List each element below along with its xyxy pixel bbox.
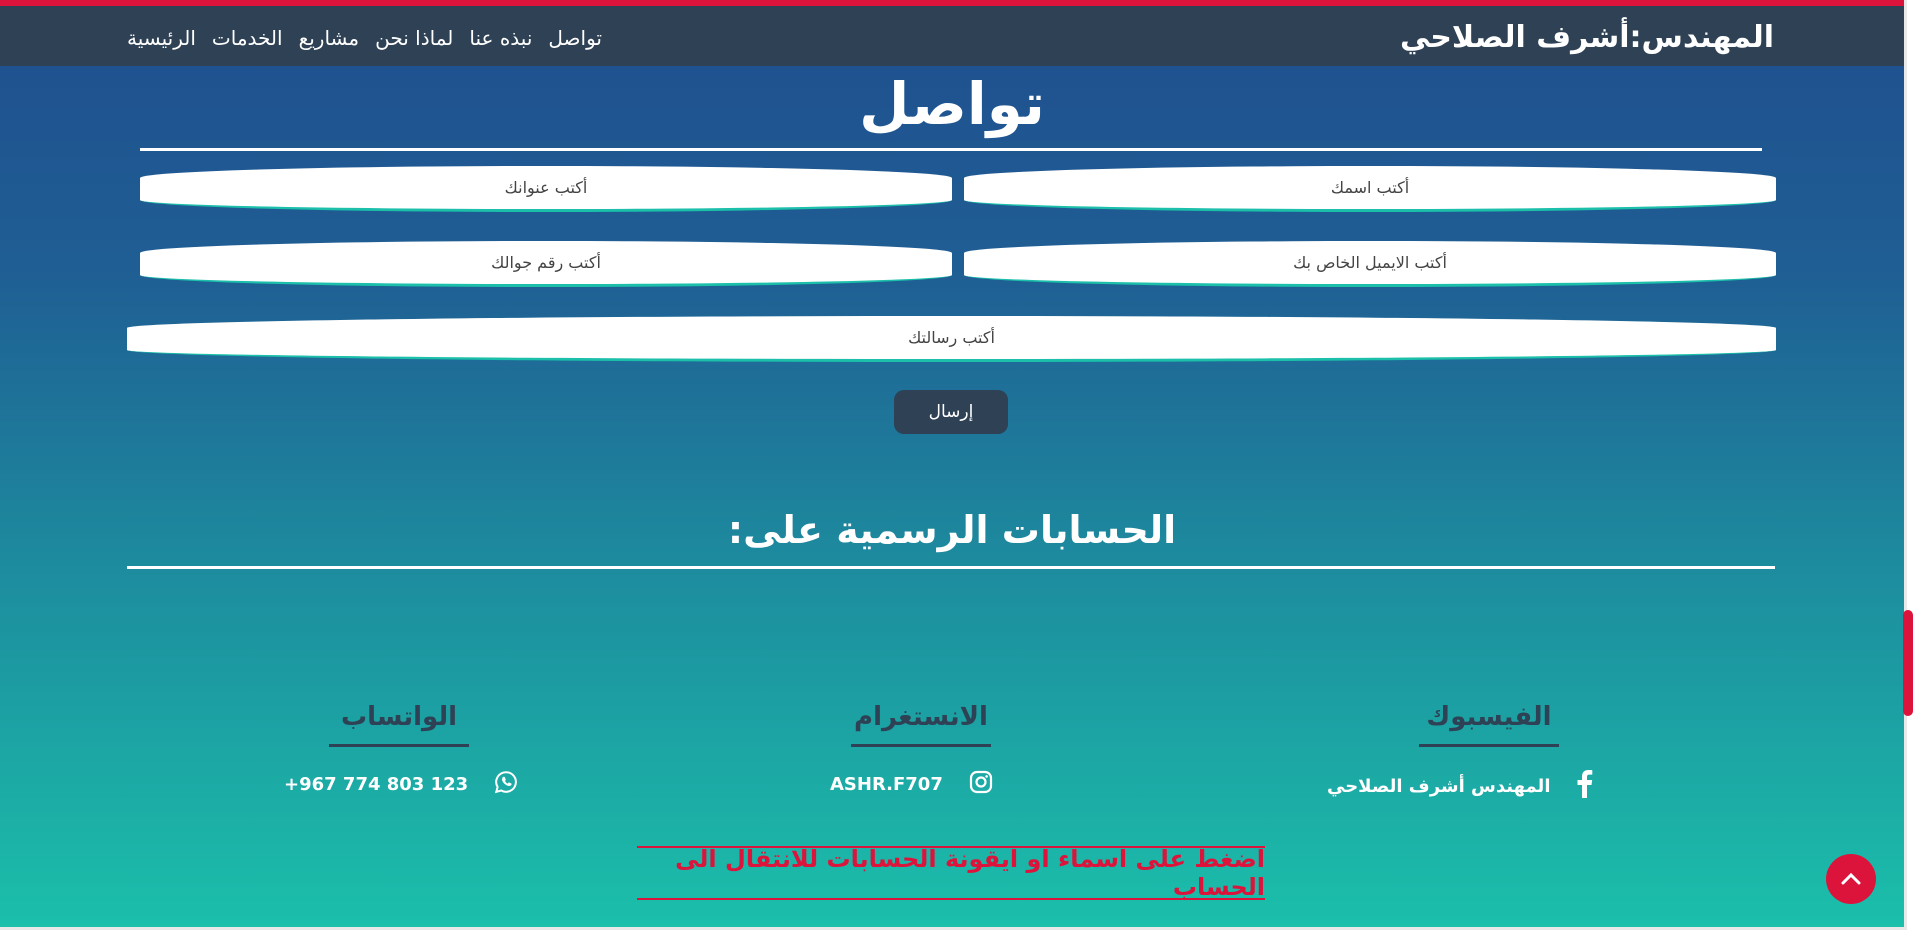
page: المهندس:أشرف الصلاحي الرئيسية الخدمات مش… (0, 0, 1907, 930)
contact-divider (140, 148, 1762, 151)
whatsapp-underline (329, 744, 469, 747)
whatsapp-icon[interactable] (494, 770, 518, 799)
navbar: المهندس:أشرف الصلاحي الرئيسية الخدمات مش… (0, 6, 1904, 66)
facebook-title: الفيسبوك (1426, 702, 1552, 732)
facebook-link[interactable]: المهندس أشرف الصلاحي (1327, 770, 1593, 803)
nav-home[interactable]: الرئيسية (127, 26, 196, 50)
instagram-underline (851, 744, 991, 747)
instagram-title: الانستغرام (854, 702, 988, 732)
phone-field[interactable]: أكتب رقم جوالك (140, 241, 952, 287)
name-field[interactable]: أكتب اسمك (964, 166, 1776, 212)
nav-menu: الرئيسية الخدمات مشاريع لماذا نحن نبذه ع… (127, 26, 602, 50)
accounts-divider (127, 566, 1775, 569)
whatsapp-link[interactable]: +967 774 803 123 (284, 770, 518, 799)
address-field[interactable]: أكتب عنوانك (140, 166, 952, 212)
whatsapp-title: الواتساب (341, 702, 457, 732)
nav-projects[interactable]: مشاريع (299, 26, 360, 50)
facebook-block: الفيسبوك (1339, 702, 1639, 747)
facebook-name[interactable]: المهندس أشرف الصلاحي (1327, 776, 1551, 797)
nav-why-us[interactable]: لماذا نحن (375, 26, 453, 50)
site-brand[interactable]: المهندس:أشرف الصلاحي (1400, 20, 1774, 55)
instagram-block: الانستغرام (771, 702, 1071, 747)
chevron-up-icon (1841, 870, 1861, 889)
email-field[interactable]: أكتب الايميل الخاص بك (964, 241, 1776, 287)
nav-contact[interactable]: تواصل (548, 26, 602, 50)
send-button[interactable]: إرسال (894, 390, 1008, 434)
accounts-title: الحسابات الرسمية على: (727, 508, 1177, 552)
facebook-underline (1419, 744, 1559, 747)
instagram-handle[interactable]: ASHR.F707 (830, 774, 943, 795)
scrollbar-thumb[interactable] (1903, 610, 1913, 716)
accounts-hint: اضغط على اسماء او ايقونة الحسابات للانتق… (637, 845, 1265, 901)
whatsapp-number[interactable]: +967 774 803 123 (284, 774, 468, 795)
message-field[interactable]: أكتب رسالتك (127, 316, 1776, 362)
whatsapp-block: الواتساب (249, 702, 549, 747)
nav-about[interactable]: نبذه عنا (469, 26, 532, 50)
contact-title: تواصل (859, 70, 1045, 138)
instagram-link[interactable]: ASHR.F707 (830, 770, 993, 799)
scroll-to-top-button[interactable] (1826, 854, 1876, 904)
nav-services[interactable]: الخدمات (212, 26, 283, 50)
facebook-icon[interactable] (1577, 770, 1593, 803)
instagram-icon[interactable] (969, 770, 993, 799)
